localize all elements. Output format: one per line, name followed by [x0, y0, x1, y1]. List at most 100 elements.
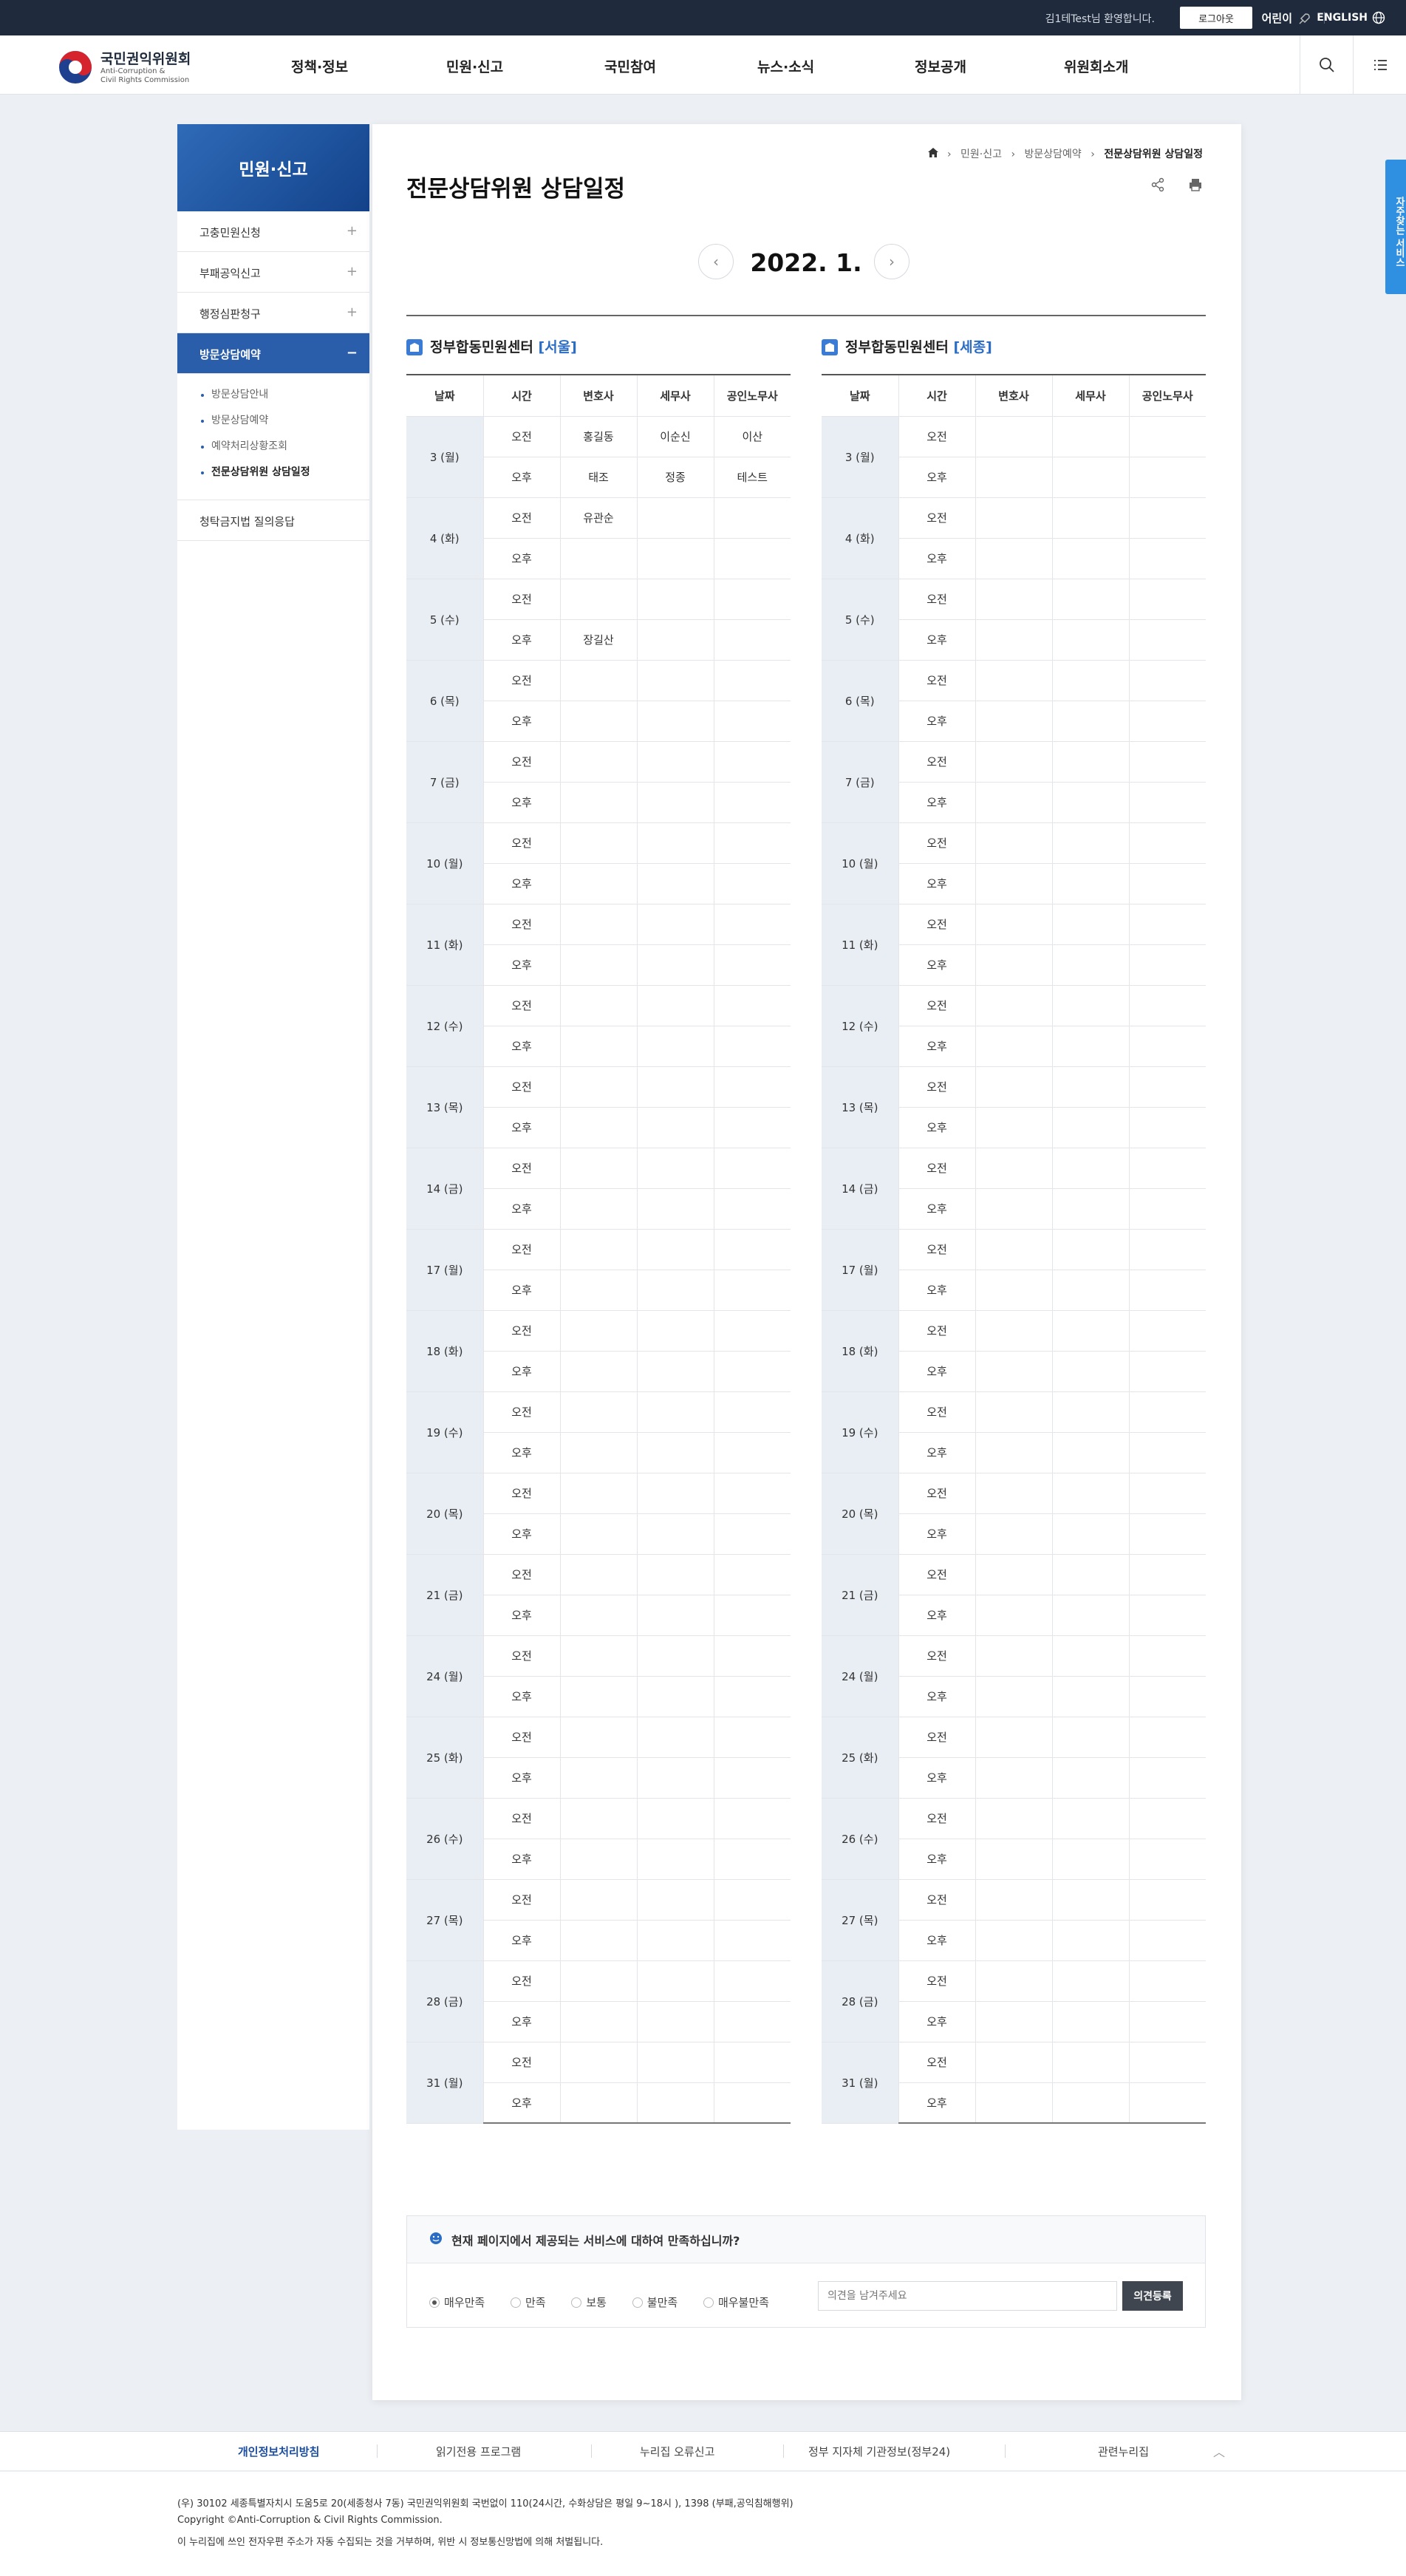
sub-item-visit-booking[interactable]: 방문상담예약 [199, 413, 369, 439]
period-cell: 오전 [898, 1147, 976, 1189]
table-row: 31 (월) 오전 [406, 2041, 791, 2124]
counselor-cell [975, 415, 1053, 457]
side-item-admin-appeal[interactable]: 행정심판청구 + [177, 293, 369, 333]
counselor-cell [559, 1391, 638, 1433]
counselor-cell [636, 1716, 714, 1758]
period-cell: 오전 [482, 415, 561, 457]
breadcrumb-item[interactable]: 민원·신고 [960, 149, 1002, 160]
counselor-cell [713, 1878, 791, 1921]
date-cell: 11 (화) [406, 903, 484, 986]
counselor-cell [1128, 1960, 1206, 2002]
nav-news[interactable]: 뉴스·소식 [757, 56, 814, 76]
footer-link-related-sites[interactable]: 관련누리집 [1098, 2444, 1149, 2459]
radio-icon [632, 2297, 643, 2308]
counselor-cell [713, 1919, 791, 1961]
nav-participation[interactable]: 국민참여 [604, 56, 656, 76]
counselor-cell [636, 1878, 714, 1921]
footer-link-error-report[interactable]: 누리집 오류신고 [640, 2444, 714, 2459]
nav-civil-report[interactable]: 민원·신고 [446, 56, 503, 76]
logo-english-line2: Civil Rights Commission [100, 76, 190, 84]
radio-dissatisfied[interactable]: 불만족 [632, 2296, 678, 2309]
counselor-cell [559, 537, 638, 579]
counselor-cell [559, 781, 638, 823]
counselor-cell [636, 619, 714, 661]
counselor-cell [1128, 415, 1206, 457]
counselor-cell [975, 1635, 1053, 1677]
breadcrumb-item[interactable]: 방문상담예약 [1025, 149, 1082, 160]
sub-item-booking-status[interactable]: 예약처리상황조회 [199, 439, 369, 465]
side-item-visit-booking[interactable]: 방문상담예약 − [177, 333, 369, 374]
counselor-cell [1128, 1106, 1206, 1148]
counselor-cell [559, 1919, 638, 1961]
nav-disclosure[interactable]: 정보공개 [915, 56, 966, 76]
period-cell: 오후 [483, 456, 561, 498]
date-cell: 6 (목) [822, 659, 899, 742]
plus-icon: + [346, 223, 358, 239]
table-row: 17 (월) 오전 [406, 1228, 791, 1311]
radio-very-satisfied[interactable]: 매우만족 [429, 2296, 485, 2309]
quick-service-tab[interactable]: 자주찾는 서비스 [1385, 160, 1406, 294]
counselor-cell [1051, 1594, 1130, 1636]
site-logo[interactable]: 국민권익위원회 Anti-Corruption & Civil Rights Co… [58, 45, 220, 86]
period-cell: 오후 [483, 1513, 561, 1555]
counselor-cell [636, 1553, 714, 1595]
opinion-input[interactable] [818, 2281, 1117, 2311]
next-month-button[interactable]: › [874, 244, 910, 279]
counselor-cell [636, 2041, 714, 2083]
counselor-cell [636, 1188, 714, 1230]
home-icon[interactable] [927, 148, 938, 157]
sitemap-button[interactable] [1353, 35, 1406, 95]
print-button[interactable] [1188, 177, 1203, 195]
radio-satisfied[interactable]: 만족 [510, 2296, 546, 2309]
counselor-cell [975, 497, 1053, 539]
date-cell: 25 (화) [406, 1716, 484, 1799]
period-cell: 오후 [898, 2000, 976, 2042]
column-header: 세무사 [636, 375, 714, 417]
counselor-cell [1128, 1350, 1206, 1392]
chevron-up-icon[interactable]: ︿ [1213, 2442, 1225, 2460]
counselor-cell [1051, 2000, 1130, 2042]
side-item-graft-qna[interactable]: 청탁금지법 질의응답 [177, 500, 369, 541]
counselor-cell [1128, 1066, 1206, 1108]
counselor-cell [1128, 1594, 1206, 1636]
kids-link[interactable]: 어린이 [1262, 10, 1311, 27]
side-item-corruption-report[interactable]: 부패공익신고 + [177, 252, 369, 293]
counselor-cell [975, 1960, 1053, 2002]
submit-opinion-button[interactable]: 의견등록 [1122, 2281, 1183, 2311]
counselor-cell [1128, 740, 1206, 783]
english-link[interactable]: ENGLISH [1317, 11, 1385, 24]
counselor-cell [713, 1147, 791, 1189]
period-cell: 오후 [483, 1106, 561, 1148]
counselor-cell [636, 1066, 714, 1108]
radio-neutral[interactable]: 보통 [571, 2296, 607, 2309]
period-cell: 오후 [898, 537, 976, 579]
counselor-cell [636, 1309, 714, 1352]
radio-very-dissatisfied[interactable]: 매우불만족 [703, 2296, 769, 2309]
footer-link-reader[interactable]: 읽기전용 프로그램 [436, 2444, 521, 2459]
date-cell: 27 (목) [822, 1878, 899, 1961]
quick-service-label: 자주찾는 서비스 [1393, 197, 1405, 268]
nav-about[interactable]: 위원회소개 [1064, 56, 1128, 76]
share-button[interactable] [1150, 177, 1165, 195]
counselor-cell [636, 1228, 714, 1270]
table-row: 11 (화) 오전 [822, 903, 1206, 986]
logout-button[interactable]: 로그아웃 [1180, 7, 1252, 29]
sub-item-visit-guide[interactable]: 방문상담안내 [199, 387, 369, 413]
search-button[interactable] [1300, 35, 1353, 95]
counselor-cell [1051, 1960, 1130, 2002]
date-cell: 19 (수) [822, 1391, 899, 1473]
sub-item-expert-schedule[interactable]: 전문상담위원 상담일정 [199, 465, 369, 491]
radio-label: 보통 [586, 2296, 607, 2309]
globe-icon [1372, 11, 1385, 24]
nav-policy-info[interactable]: 정책·정보 [291, 56, 348, 76]
column-header: 날짜 [406, 375, 484, 417]
counselor-cell [1128, 944, 1206, 986]
counselor-cell [975, 1269, 1053, 1311]
footer-link-gov24[interactable]: 정부 지자체 기관정보(정부24) [808, 2444, 950, 2459]
counselor-cell [636, 497, 714, 539]
side-item-grievance[interactable]: 고충민원신청 + [177, 211, 369, 252]
survey-question: 현재 페이지에서 제공되는 서비스에 대하여 만족하십니까? [407, 2216, 1205, 2263]
footer-link-privacy[interactable]: 개인정보처리방침 [238, 2444, 319, 2459]
date-cell: 10 (월) [406, 822, 484, 904]
counselor-cell [975, 456, 1053, 498]
